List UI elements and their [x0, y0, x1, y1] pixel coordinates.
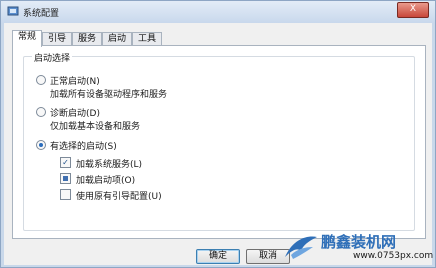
tab-services[interactable]: 服务 — [72, 32, 102, 46]
load-startup-items-checkbox[interactable] — [60, 173, 71, 184]
system-config-icon — [7, 6, 19, 16]
load-system-services-checkbox[interactable]: ✓ — [60, 157, 71, 168]
load-system-services-label[interactable]: 加载系统服务(L) — [76, 157, 142, 170]
watermark-url: www.0753px.com — [353, 251, 434, 261]
startup-selection-group: 启动选择 正常启动(N) 加载所有设备驱动程序和服务 诊断启动(D) 仅加载基本… — [23, 51, 415, 231]
normal-startup-radio[interactable] — [36, 75, 46, 85]
diagnostic-startup-description: 仅加载基本设备和服务 — [50, 122, 141, 132]
load-startup-items-label[interactable]: 加载启动项(O) — [76, 173, 135, 186]
dialog-body: 常规 引导 服务 启动 工具 启动选择 正常启动(N) 加载所有设备驱动程序和服… — [4, 23, 432, 265]
general-tab-panel: 启动选择 正常启动(N) 加载所有设备驱动程序和服务 诊断启动(D) 仅加载基本… — [12, 45, 426, 239]
tab-startup[interactable]: 启动 — [102, 32, 132, 46]
use-original-boot-config-checkbox[interactable] — [60, 189, 71, 200]
watermark-site-name: 鹏鑫装机网 — [321, 233, 397, 251]
tab-general[interactable]: 常规 — [12, 30, 42, 47]
ok-button[interactable]: 确定 — [196, 249, 240, 264]
normal-startup-description: 加载所有设备驱动程序和服务 — [50, 90, 168, 100]
normal-startup-label[interactable]: 正常启动(N) — [50, 74, 100, 87]
diagnostic-startup-label[interactable]: 诊断启动(D) — [50, 106, 100, 119]
use-original-boot-config-label[interactable]: 使用原有引导配置(U) — [76, 189, 162, 202]
selective-startup-label[interactable]: 有选择的启动(S) — [50, 139, 117, 152]
system-config-window: 系统配置 X 常规 引导 服务 启动 工具 启动选择 正常启动(N) 加载所有设… — [0, 0, 436, 268]
tab-tools[interactable]: 工具 — [132, 32, 162, 46]
selective-startup-radio[interactable] — [36, 140, 46, 150]
title-bar[interactable]: 系统配置 X — [1, 1, 435, 23]
site-watermark: 鹏鑫装机网 www.0753px.com — [283, 231, 433, 265]
startup-selection-legend: 启动选择 — [32, 51, 73, 64]
close-button[interactable]: X — [397, 2, 429, 18]
diagnostic-startup-radio[interactable] — [36, 107, 46, 117]
bird-logo-icon — [285, 236, 317, 259]
tab-boot[interactable]: 引导 — [42, 32, 72, 46]
window-title: 系统配置 — [23, 9, 60, 19]
